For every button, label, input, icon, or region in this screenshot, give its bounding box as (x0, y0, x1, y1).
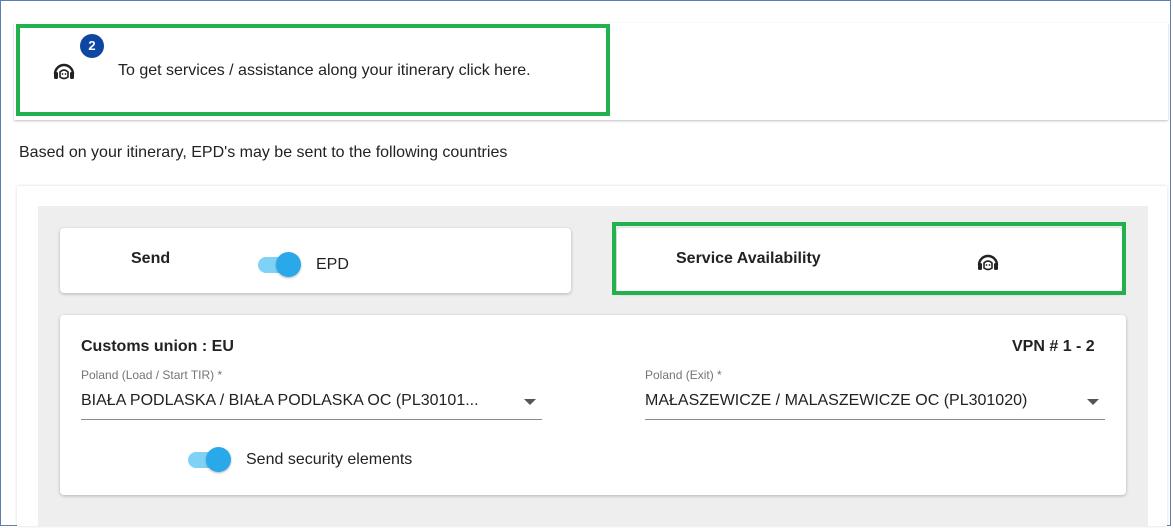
load-field-label: Poland (Load / Start TIR) * (81, 368, 223, 382)
epd-label: EPD (316, 256, 349, 273)
notification-badge: 2 (80, 34, 104, 58)
epd-toggle-knob (276, 252, 301, 277)
headset-icon[interactable] (51, 59, 77, 85)
exit-field-label: Poland (Exit) * (645, 368, 722, 382)
security-elements-toggle[interactable] (186, 446, 232, 472)
vpn-label: VPN # 1 - 2 (1012, 338, 1095, 355)
chevron-down-icon[interactable] (524, 399, 536, 405)
send-label: Send (131, 250, 171, 267)
load-select-underline (81, 419, 542, 420)
security-toggle-knob (206, 447, 231, 472)
headset-icon[interactable] (975, 250, 1001, 276)
chevron-down-icon[interactable] (1087, 399, 1099, 405)
assistance-banner-text[interactable]: To get services / assistance along your … (118, 62, 531, 80)
service-availability-label: Service Availability (676, 250, 821, 267)
exit-select-value[interactable]: MAŁASZEWICZE / MALASZEWICZE OC (PL301020… (645, 392, 1027, 410)
epd-toggle[interactable] (256, 251, 302, 277)
load-select-value[interactable]: BIAŁA PODLASKA / BIAŁA PODLASKA OC (PL30… (81, 392, 479, 410)
exit-select-underline (645, 419, 1105, 420)
epd-info-text: Based on your itinerary, EPD's may be se… (19, 144, 508, 161)
customs-union-label: Customs union : EU (81, 338, 234, 355)
security-elements-label: Send security elements (246, 451, 413, 468)
